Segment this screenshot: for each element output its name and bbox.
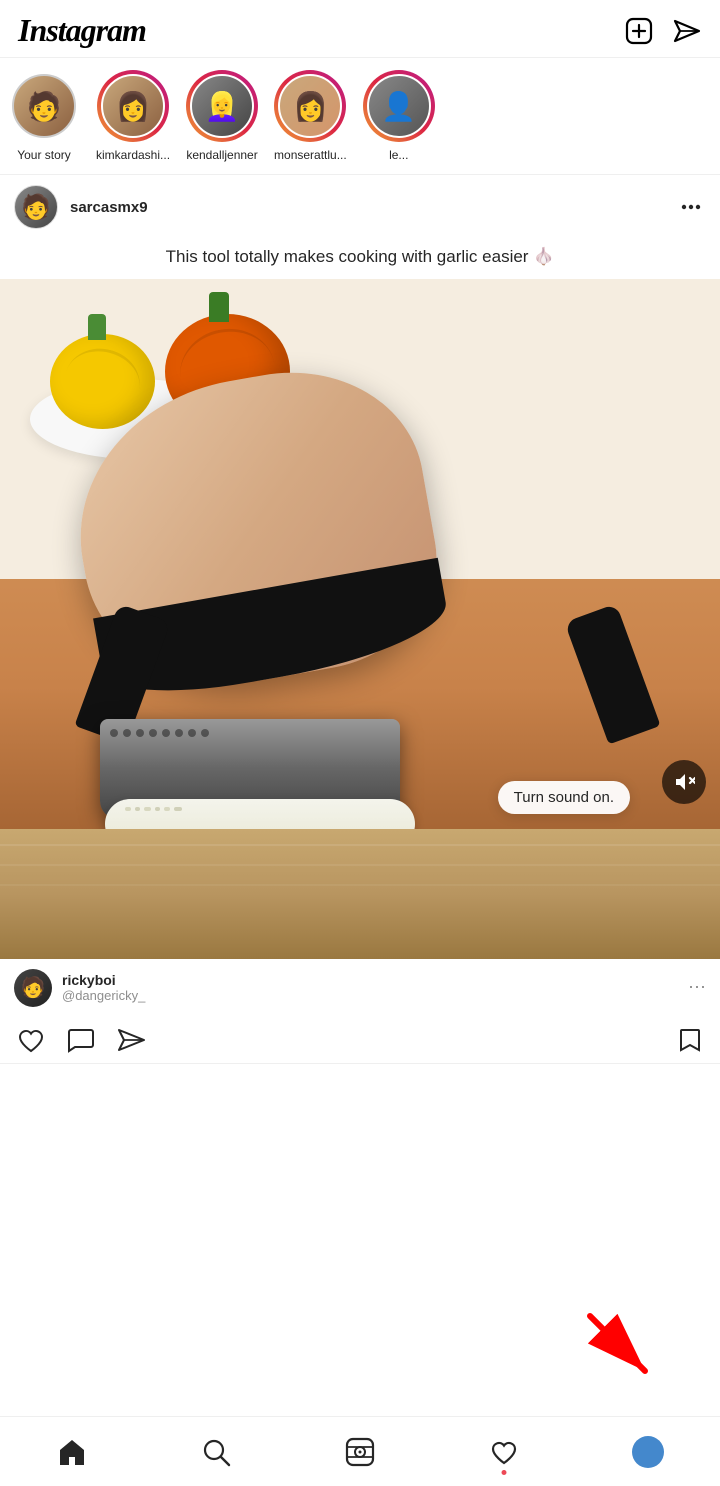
post-caption: This tool totally makes cooking with gar… — [0, 239, 720, 279]
preview-avatar-face: 🧑 — [21, 975, 46, 1000]
nav-activity[interactable] — [474, 1427, 534, 1477]
stem-orange — [209, 292, 229, 322]
preview-more-button[interactable]: ⋯ — [688, 977, 706, 998]
bottom-navigation — [0, 1416, 720, 1486]
pumpkin-ridges — [58, 340, 147, 422]
mute-button[interactable] — [662, 760, 706, 804]
post-avatar-face: 🧑 — [15, 186, 57, 228]
monse-story-ring: 👩 — [274, 70, 346, 142]
post-action-bar — [0, 1017, 720, 1063]
pumpkin-yellow — [50, 334, 155, 429]
kim-face: 👩 — [103, 76, 163, 136]
kim-avatar-wrap: 👩 — [97, 70, 169, 142]
post-user-avatar[interactable]: 🧑 — [14, 185, 58, 229]
share-button[interactable] — [116, 1025, 146, 1055]
post-more-button[interactable] — [676, 192, 706, 222]
sound-tooltip: Turn sound on. — [498, 781, 630, 814]
nav-search[interactable] — [186, 1427, 246, 1477]
your-story-ring: 🧑 — [8, 70, 80, 142]
story-item-kim[interactable]: 👩 kimkardashi... — [96, 70, 170, 162]
monse-face: 👩 — [280, 76, 340, 136]
post-container: 🧑 sarcasmx9 This tool totally makes cook… — [0, 175, 720, 1064]
post-scene: Turn sound on. — [0, 279, 720, 959]
monse-label: monserattlu... — [274, 148, 347, 162]
leo-label: le... — [389, 148, 408, 162]
stories-bar: 🧑 Your story 👩 kimkardashi... 👱‍♀️ kenda — [0, 58, 720, 175]
stem-yellow — [88, 314, 106, 340]
your-story-avatar: 🧑 — [12, 74, 76, 138]
your-story-face: 🧑 — [14, 76, 74, 136]
kim-label: kimkardashi... — [96, 148, 170, 162]
story-item-your[interactable]: 🧑 Your story — [8, 70, 80, 162]
app-logo: Instagram — [18, 12, 146, 49]
story-item-monse[interactable]: 👩 monserattlu... — [274, 70, 347, 162]
direct-messages-button[interactable] — [672, 16, 702, 46]
post-username[interactable]: sarcasmx9 — [70, 199, 664, 216]
header-icons — [624, 16, 702, 46]
kendall-story-ring: 👱‍♀️ — [186, 70, 258, 142]
kendall-label: kendalljenner — [186, 148, 257, 162]
kim-avatar: 👩 — [101, 74, 165, 138]
monse-avatar: 👩 — [278, 74, 342, 138]
story-item-leo[interactable]: 👤 le... — [363, 70, 435, 162]
cutting-board — [0, 829, 720, 959]
post-header: 🧑 sarcasmx9 — [0, 175, 720, 239]
nav-profile[interactable] — [618, 1427, 678, 1477]
your-story-avatar-wrap: 🧑 — [8, 70, 80, 142]
story-item-kendall[interactable]: 👱‍♀️ kendalljenner — [186, 70, 258, 162]
garlic-pieces — [105, 799, 415, 819]
app-header: Instagram — [0, 0, 720, 58]
like-button[interactable] — [16, 1025, 46, 1055]
preview-avatar[interactable]: 🧑 — [14, 969, 52, 1007]
profile-avatar — [632, 1436, 664, 1468]
preview-username[interactable]: rickyboi — [62, 972, 678, 988]
nav-reels[interactable] — [330, 1427, 390, 1477]
kendall-face: 👱‍♀️ — [192, 76, 252, 136]
leo-story-ring: 👤 — [363, 70, 435, 142]
post-image[interactable]: Turn sound on. — [0, 279, 720, 959]
preview-comment-user: 🧑 rickyboi @dangericky_ ⋯ — [0, 959, 720, 1017]
leo-avatar-wrap: 👤 — [363, 70, 435, 142]
press-mesh — [100, 719, 400, 747]
kendall-avatar-wrap: 👱‍♀️ — [186, 70, 258, 142]
preview-handle: @dangericky_ — [62, 988, 678, 1003]
leo-avatar: 👤 — [367, 74, 431, 138]
your-story-label: Your story — [17, 148, 71, 162]
leo-face: 👤 — [369, 76, 429, 136]
kim-story-ring: 👩 — [97, 70, 169, 142]
bookmark-button[interactable] — [676, 1026, 704, 1054]
red-arrow-overlay — [580, 1306, 670, 1401]
nav-home[interactable] — [42, 1427, 102, 1477]
handle-right — [564, 603, 660, 744]
new-post-button[interactable] — [624, 16, 654, 46]
kendall-avatar: 👱‍♀️ — [190, 74, 254, 138]
activity-notification-dot — [502, 1470, 507, 1475]
monse-avatar-wrap: 👩 — [274, 70, 346, 142]
preview-user-info: rickyboi @dangericky_ — [62, 972, 678, 1003]
comment-button[interactable] — [66, 1025, 96, 1055]
